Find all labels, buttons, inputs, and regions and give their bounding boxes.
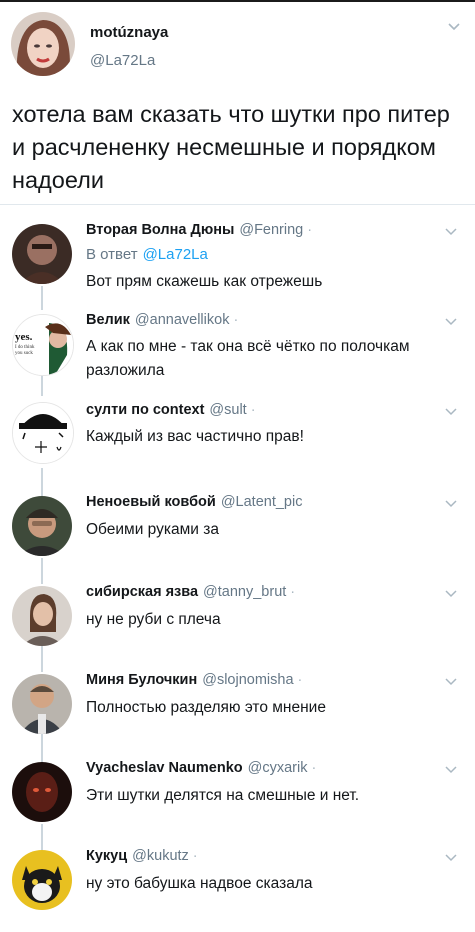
chevron-down-icon[interactable] [445,498,457,510]
reply-text: А как по мне - так она всё чётко по поло… [86,338,410,379]
author-name[interactable]: Вторая Волна Дюны [86,222,234,238]
reply-text: Вот прям скажешь как отрежешь [86,273,323,290]
avatar-image-icon [12,496,72,556]
thread-line [41,734,43,762]
avatar[interactable] [12,850,72,910]
separator-dot: · [250,402,256,418]
divider [0,204,475,205]
author-name[interactable]: сибирская язва [86,584,198,600]
separator-dot: · [311,760,317,776]
reply-text: ну не руби с плеча [86,611,221,628]
avatar[interactable] [12,224,72,284]
chevron-down-icon[interactable] [445,764,457,776]
reply-text: Обеими руками за [86,521,219,538]
separator-dot: · [192,848,198,864]
author-handle[interactable]: @slojnomisha [202,672,293,688]
thread-line [41,468,43,496]
author-handle[interactable]: @cyxarik [248,760,308,776]
author-handle[interactable]: @Fenring [239,222,303,238]
author-name[interactable]: Кукуц [86,848,127,864]
reply-to-link[interactable]: @La72La [143,246,208,263]
chevron-down-icon[interactable] [445,226,457,238]
avatar[interactable] [12,496,72,556]
avatar-caption-small: I do think you suck [15,345,35,356]
avatar[interactable] [12,402,74,464]
reply-text: Полностью разделяю это мнение [86,699,326,716]
thread-line [41,646,43,672]
author-handle[interactable]: @La72La [90,52,155,69]
author-name[interactable]: motúznaya [90,24,168,41]
reply-to-label: В ответ [86,246,138,263]
author-handle[interactable]: @tanny_brut [203,584,286,600]
author-name[interactable]: Велик [86,312,130,328]
author-handle[interactable]: @kukutz [132,848,189,864]
thread-line [41,286,43,310]
author-name[interactable]: Миня Булочкин [86,672,197,688]
avatar-image-icon [13,403,73,463]
reply-text: Эти шутки делятся на смешные и нет. [86,787,360,804]
avatar-image-icon [12,674,72,734]
tweet-text: хотела вам сказать что шутки про питер и… [12,101,450,193]
thread-line [41,824,43,850]
avatar-caption: yes. [15,331,33,343]
author-handle[interactable]: @annavellikok [135,312,230,328]
avatar-image-icon [11,12,75,76]
chevron-down-icon[interactable] [447,20,461,34]
main-tweet[interactable]: motúznaya @La72La хотела вам сказать что… [0,2,475,202]
chevron-down-icon[interactable] [445,588,457,600]
chevron-down-icon[interactable] [445,316,457,328]
chevron-down-icon[interactable] [445,852,457,864]
author-name[interactable]: султи по context [86,402,204,418]
separator-dot: · [233,312,239,328]
avatar[interactable] [12,762,72,822]
author-handle[interactable]: @Latent_pic [221,494,303,510]
avatar-image-icon [12,224,72,284]
reply-to-line: В ответ @La72La [86,246,208,263]
avatar[interactable] [12,586,72,646]
avatar[interactable] [11,12,75,76]
author-name[interactable]: Vyacheslav Naumenko [86,760,243,776]
avatar-image-icon [12,762,72,822]
separator-dot: · [297,672,303,688]
separator-dot: · [307,222,313,238]
avatar[interactable] [12,674,72,734]
reply-text: ну это бабушка надвое сказала [86,875,313,892]
chevron-down-icon[interactable] [445,406,457,418]
author-handle[interactable]: @sult [209,402,246,418]
thread-line [41,558,43,584]
avatar[interactable]: yes. I do think you suck [12,314,74,376]
chevron-down-icon[interactable] [445,676,457,688]
avatar-image-icon [12,850,72,910]
separator-dot: · [290,584,296,600]
author-name[interactable]: Неноевый ковбой [86,494,216,510]
reply-text: Каждый из вас частично прав! [86,428,304,445]
avatar-image-icon [12,586,72,646]
